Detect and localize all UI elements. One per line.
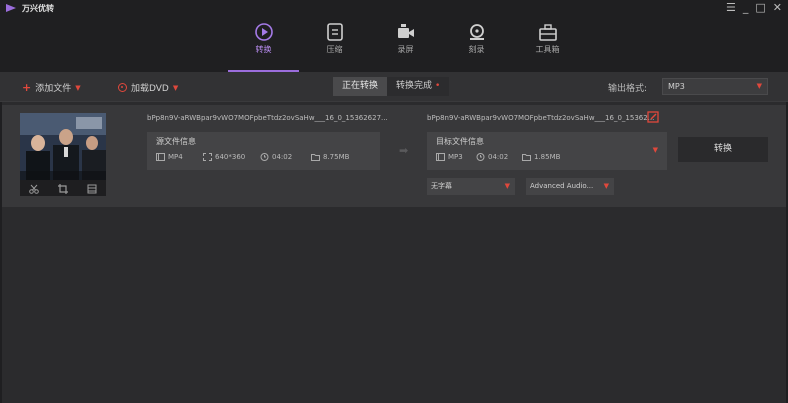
trim-icon[interactable]	[27, 183, 41, 195]
target-duration: 04:02	[476, 153, 508, 161]
maximize-icon[interactable]: □	[755, 2, 765, 14]
nav-label: 工具箱	[535, 45, 560, 54]
output-format-select[interactable]: MP3 ▼	[662, 78, 768, 95]
source-resolution: 640*360	[203, 153, 245, 161]
dvd-icon	[118, 83, 127, 92]
source-size: 8.75MB	[311, 153, 349, 161]
chevron-down-icon: ▼	[603, 182, 609, 190]
folder-icon	[522, 154, 531, 161]
resolution-icon	[203, 153, 212, 161]
app-title: 万兴优转	[22, 4, 54, 13]
nav-label: 压缩	[326, 45, 343, 54]
audio-track-select-value: Advanced Audio...	[530, 182, 594, 190]
source-duration-value: 04:02	[272, 153, 293, 161]
source-info-panel: 源文件信息 MP4 640*360 04:02 8.75MB	[147, 132, 380, 170]
nav-item-compress[interactable]: 压缩	[299, 18, 370, 72]
source-format: MP4	[156, 153, 183, 161]
notification-dot-icon: •	[435, 81, 441, 91]
window-controls: ☰ _ □ ✕	[726, 2, 782, 14]
toolbar: + 添加文件 ▼ 加载DVD ▼ 正在转换 转换完成 • 输出格式: MP3 ▼	[0, 72, 788, 102]
nav-item-toolbox[interactable]: 工具箱	[512, 18, 583, 72]
chevron-down-icon: ▼	[652, 146, 658, 154]
crop-icon[interactable]	[56, 183, 70, 195]
audio-file-icon	[436, 153, 445, 161]
file-list-empty-area	[2, 207, 786, 401]
convert-button[interactable]: 转换	[678, 137, 768, 162]
effects-icon[interactable]	[85, 183, 99, 195]
audio-track-select[interactable]: Advanced Audio... ▼	[526, 178, 614, 195]
chevron-down-icon: ▼	[504, 182, 510, 190]
record-screen-icon	[397, 24, 414, 38]
chevron-down-icon: ▼	[756, 82, 762, 90]
main-nav: 转换 压缩 录屏 刻录 工具箱	[228, 18, 583, 72]
edit-icon[interactable]	[647, 111, 659, 123]
source-file-name: bPp8n9V-aRWBpar9vWO7MOFpbeTtdz2ovSaHw___…	[147, 114, 388, 122]
thumbnail-tools	[20, 181, 106, 196]
app-logo-icon	[6, 4, 16, 12]
burn-disc-icon	[469, 24, 484, 40]
source-format-value: MP4	[168, 153, 183, 161]
target-duration-value: 04:02	[488, 153, 509, 161]
compress-icon	[326, 23, 343, 41]
video-thumbnail-box[interactable]	[20, 113, 106, 196]
subtitle-select[interactable]: 无字幕 ▼	[427, 178, 515, 195]
chevron-down-icon[interactable]: ▼	[75, 84, 80, 92]
subtitle-select-value: 无字幕	[431, 182, 452, 190]
minimize-icon[interactable]: _	[743, 2, 749, 14]
nav-label: 录屏	[397, 45, 414, 54]
tab-converting[interactable]: 正在转换	[333, 77, 388, 96]
menu-icon[interactable]: ☰	[726, 2, 736, 14]
load-dvd-label: 加载DVD	[131, 84, 169, 94]
add-file-label: 添加文件	[35, 84, 72, 94]
source-duration: 04:02	[260, 153, 292, 161]
close-icon[interactable]: ✕	[773, 2, 782, 14]
nav-label: 刻录	[468, 45, 485, 54]
source-resolution-value: 640*360	[215, 153, 246, 161]
target-size-value: 1.85MB	[534, 153, 561, 161]
tab-completed[interactable]: 转换完成 •	[387, 77, 450, 96]
arrow-right-icon: ➡	[399, 144, 409, 157]
target-info-panel[interactable]: 目标文件信息 MP3 04:02 1.85MB ▼	[427, 132, 667, 170]
nav-item-burn[interactable]: 刻录	[441, 18, 512, 72]
tab-completed-label: 转换完成	[396, 81, 433, 91]
add-file-button[interactable]: + 添加文件 ▼	[22, 80, 81, 95]
target-format: MP3	[436, 153, 463, 161]
title-bar: 万兴优转 ☰ _ □ ✕ 转换 压缩 录屏 刻录 工具箱	[0, 0, 788, 72]
nav-item-convert[interactable]: 转换	[228, 18, 299, 72]
target-format-value: MP3	[448, 153, 463, 161]
folder-icon	[311, 154, 320, 161]
toolbox-icon	[538, 24, 557, 41]
clock-icon	[260, 153, 269, 161]
load-dvd-button[interactable]: 加载DVD ▼	[118, 81, 178, 94]
plus-icon: +	[22, 80, 32, 94]
video-thumbnail[interactable]	[20, 113, 106, 180]
source-size-value: 8.75MB	[323, 153, 350, 161]
nav-label: 转换	[255, 45, 272, 54]
target-file-name: bPp8n9V-aRWBpar9vWO7MOFpbeTtdz2ovSaHw___…	[427, 114, 655, 122]
output-format-value: MP3	[668, 82, 685, 91]
convert-status-tabs: 正在转换 转换完成 •	[333, 77, 450, 96]
file-item: bPp8n9V-aRWBpar9vWO7MOFpbeTtdz2ovSaHw___…	[2, 105, 786, 207]
nav-item-record[interactable]: 录屏	[370, 18, 441, 72]
clock-icon	[476, 153, 485, 161]
convert-icon	[254, 23, 273, 41]
output-format-label: 输出格式:	[608, 84, 648, 94]
target-size: 1.85MB	[522, 153, 560, 161]
chevron-down-icon[interactable]: ▼	[173, 84, 178, 92]
source-info-title: 源文件信息	[156, 137, 196, 146]
video-file-icon	[156, 153, 165, 161]
target-info-title: 目标文件信息	[436, 137, 484, 146]
